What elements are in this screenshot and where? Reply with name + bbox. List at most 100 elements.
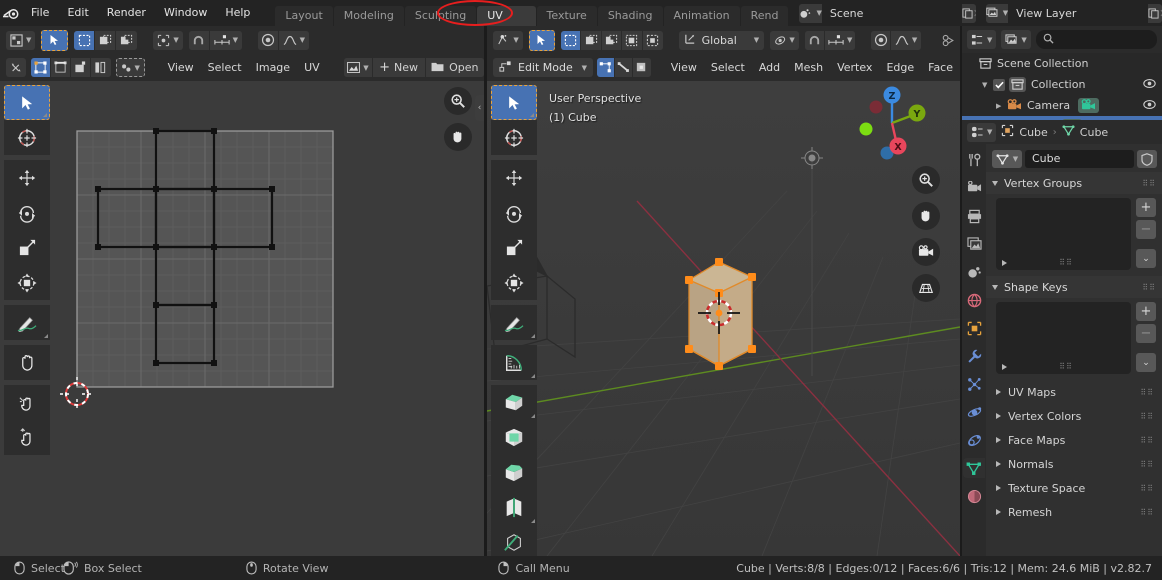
cursor-tool[interactable] — [491, 120, 537, 155]
panel-header-face-maps[interactable]: Face Maps⠿⠿ — [986, 428, 1162, 452]
menu-window[interactable]: Window — [155, 2, 216, 24]
visibility-eye-icon[interactable] — [1143, 99, 1156, 113]
view-layer-name-field[interactable]: View Layer — [1008, 4, 1148, 23]
panel-header-uv-maps[interactable]: UV Maps⠿⠿ — [986, 380, 1162, 404]
chevron-down-icon[interactable]: ⌄ — [1136, 249, 1156, 268]
expand-triangle-icon[interactable] — [1002, 364, 1007, 370]
3d-viewport-icon[interactable]: ▼ — [493, 31, 523, 50]
view-layer-selector[interactable]: ▼ View Layer ✕ — [986, 4, 1162, 23]
zoom-icon[interactable] — [912, 166, 940, 194]
duplicate-icon[interactable] — [962, 4, 973, 23]
knife-tool[interactable] — [491, 525, 537, 556]
minus-icon[interactable]: − — [1136, 324, 1156, 343]
panel-header-vertex-colors[interactable]: Vertex Colors⠿⠿ — [986, 404, 1162, 428]
grab-tool[interactable] — [4, 345, 50, 380]
snap-increment-icon[interactable]: ▼ — [210, 31, 242, 50]
scale-tool[interactable] — [4, 230, 50, 265]
pan-hand-icon[interactable] — [444, 123, 472, 151]
loop-cut-tool[interactable] — [491, 490, 537, 525]
face-select-icon[interactable] — [71, 58, 91, 77]
inset-faces-tool[interactable] — [491, 420, 537, 455]
duplicate-icon[interactable] — [1148, 4, 1159, 23]
workspace-tab-sculpting[interactable]: Sculpting — [405, 6, 476, 26]
invert-select-icon[interactable] — [643, 31, 663, 50]
open-image-button[interactable]: Open — [426, 58, 485, 77]
physics-tab[interactable] — [963, 402, 985, 422]
annotate-tool[interactable] — [491, 305, 537, 340]
workspace-tab-texture-paint[interactable]: Texture Paint — [537, 6, 597, 26]
uv-select-mode-group[interactable] — [74, 31, 137, 50]
uv-menu-select[interactable]: Select — [201, 58, 249, 78]
menu-file[interactable]: File — [22, 2, 58, 24]
cursor-tool[interactable] — [4, 120, 50, 155]
panel-header-vertex-groups[interactable]: Vertex Groups⠿⠿ — [986, 172, 1162, 194]
expand-triangle-icon[interactable] — [1002, 260, 1007, 266]
mesh-name-field[interactable]: Cube — [1025, 150, 1134, 168]
transform-tool[interactable] — [4, 265, 50, 300]
plus-icon[interactable]: + — [1136, 302, 1156, 321]
intersect-select-icon[interactable] — [622, 31, 642, 50]
workspace-tab-layout[interactable]: Layout — [275, 6, 332, 26]
viewport-menu-vertex[interactable]: Vertex — [830, 58, 879, 78]
magnet-icon[interactable] — [189, 31, 210, 50]
shield-icon[interactable] — [1137, 150, 1157, 168]
data-tab[interactable] — [963, 458, 985, 478]
camera-view-icon[interactable] — [912, 238, 940, 266]
edge-select-icon[interactable] — [51, 58, 71, 77]
vertex-groups-list[interactable]: ⠿⠿ — [996, 198, 1131, 270]
viewport-menu-face[interactable]: Face — [921, 58, 960, 78]
new-image-button[interactable]: + New — [373, 58, 426, 77]
smooth-falloff-icon[interactable]: ▼ — [279, 31, 309, 50]
scene-name-field[interactable]: Scene — [822, 4, 962, 23]
pinch-tool[interactable] — [4, 420, 50, 455]
shape-keys-list[interactable]: ⠿⠿ — [996, 302, 1131, 374]
view-layer-tab[interactable] — [963, 234, 985, 254]
tweak-cursor-icon[interactable] — [41, 30, 68, 51]
viewport-menu-view[interactable]: View — [664, 58, 704, 78]
island-select-icon[interactable] — [91, 58, 111, 77]
uv-menu-uv[interactable]: UV — [297, 58, 327, 78]
measure-tool[interactable] — [491, 345, 537, 380]
proportional-edit-group[interactable]: ▼ — [258, 31, 309, 50]
list-resize-grip[interactable]: ⠿⠿ — [1059, 258, 1073, 267]
panel-header-normals[interactable]: Normals⠿⠿ — [986, 452, 1162, 476]
rotate-tool[interactable] — [491, 195, 537, 230]
workspace-tab-animation[interactable]: Animation — [664, 6, 740, 26]
pan-hand-icon[interactable] — [912, 202, 940, 230]
workspace-tab-shading[interactable]: Shading — [598, 6, 663, 26]
viewport-menu-add[interactable]: Add — [752, 58, 787, 78]
extend-select-icon[interactable] — [95, 31, 116, 50]
edge-mode-icon[interactable] — [615, 58, 633, 77]
breadcrumb-object[interactable]: Cube — [1001, 124, 1047, 140]
zoom-icon[interactable] — [444, 87, 472, 115]
toggle-perspective-icon[interactable] — [912, 274, 940, 302]
sticky-selection-icon[interactable]: ▼ — [116, 58, 145, 77]
render-tab[interactable] — [963, 178, 985, 198]
disclosure-triangle-icon[interactable]: ▶ — [996, 102, 1007, 110]
viewport-menu-mesh[interactable]: Mesh — [787, 58, 830, 78]
magnet-icon[interactable] — [805, 31, 825, 50]
transform-orientation-selector[interactable]: Global ▼ — [679, 31, 764, 50]
material-tab[interactable] — [963, 486, 985, 506]
move-tool[interactable] — [4, 160, 50, 195]
snap-group[interactable]: ▼ — [805, 31, 855, 50]
rotate-tool[interactable] — [4, 195, 50, 230]
particles-tab[interactable] — [963, 374, 985, 394]
extend-select-icon[interactable] — [581, 31, 601, 50]
panel-header-texture-space[interactable]: Texture Space⠿⠿ — [986, 476, 1162, 500]
face-mode-icon[interactable] — [633, 58, 651, 77]
viewport-canvas[interactable]: User Perspective (1) Cube Z Y X — [487, 81, 960, 556]
set-select-icon[interactable] — [74, 31, 95, 50]
transform-tool[interactable] — [491, 265, 537, 300]
filter-icon[interactable]: ▼ — [1001, 30, 1030, 49]
workspace-tab-modeling[interactable]: Modeling — [334, 6, 404, 26]
mesh-select-mode-group[interactable] — [597, 58, 651, 77]
tweak-tool[interactable] — [491, 85, 537, 120]
outliner-row-scene-collection[interactable]: Scene Collection — [962, 53, 1162, 74]
uv-selection-mode-group[interactable] — [31, 58, 110, 77]
toggle-xray-icon[interactable] — [938, 31, 960, 50]
vertex-select-icon[interactable] — [31, 58, 51, 77]
subtract-select-icon[interactable] — [116, 31, 137, 50]
list-resize-grip[interactable]: ⠿⠿ — [1059, 362, 1073, 371]
output-tab[interactable] — [963, 206, 985, 226]
